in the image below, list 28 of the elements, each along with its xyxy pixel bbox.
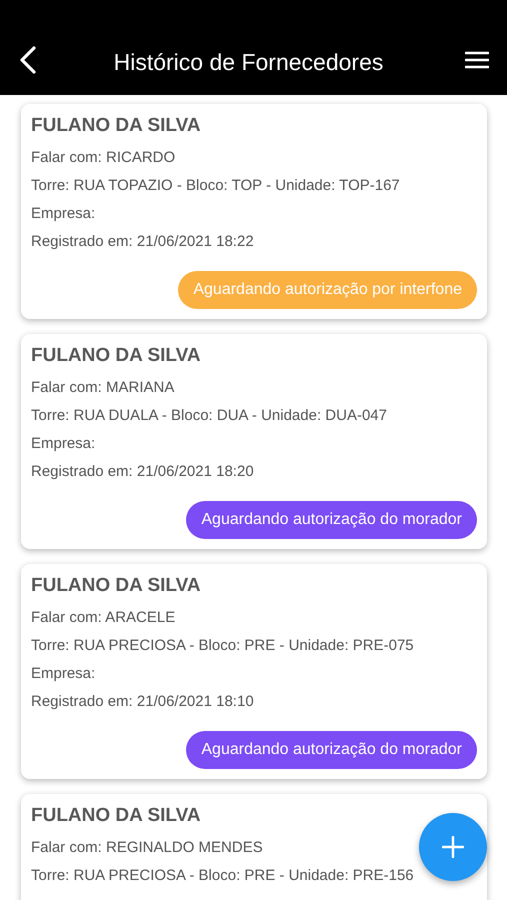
record-card[interactable]: FULANO DA SILVA Falar com: REGINALDO MENDES Torre: RUA PRECIOSA - Bloco: PRE - Unidade: PRE-156 <box>21 794 487 900</box>
plus-icon <box>442 836 464 858</box>
page-title: Histórico de Fornecedores <box>114 49 384 76</box>
record-detail: Falar com: RICARDO <box>31 148 176 168</box>
record-detail: Registrado em: 21/06/2021 18:22 <box>31 232 254 252</box>
record-detail: Registrado em: 21/06/2021 18:10 <box>31 692 254 712</box>
record-detail: Empresa: <box>31 204 96 224</box>
record-detail: Falar com: ARACELE <box>31 608 176 628</box>
record-detail: Torre: RUA PRECIOSA - Bloco: PRE - Unidade: PRE-156 <box>31 866 414 886</box>
record-detail: Torre: RUA PRECIOSA - Bloco: PRE - Unidade: PRE-075 <box>31 636 414 656</box>
supplier-name: FULANO DA SILVA <box>31 345 202 367</box>
status-badge: Aguardando autorização do morador <box>186 731 477 769</box>
record-detail: Empresa: <box>31 434 96 454</box>
record-detail: Torre: RUA DUALA - Bloco: DUA - Unidade: DUA-047 <box>31 406 387 426</box>
record-card[interactable]: FULANO DA SILVA Falar com: RICARDO Torre: RUA TOPAZIO - Bloco: TOP - Unidade: TOP-167 Empresa: Registrado em: 21/06/2021 18:22 Aguardando autorização por interfone <box>21 104 487 319</box>
status-badge: Aguardando autorização do morador <box>186 501 477 539</box>
record-detail: Falar com: MARIANA <box>31 378 174 398</box>
record-detail: Torre: RUA TOPAZIO - Bloco: TOP - Unidade: TOP-167 <box>31 176 400 196</box>
supplier-name: FULANO DA SILVA <box>31 805 202 827</box>
menu-icon[interactable] <box>465 51 489 69</box>
status-badge: Aguardando autorização por interfone <box>178 271 477 309</box>
supplier-name: FULANO DA SILVA <box>31 115 202 137</box>
record-detail: Registrado em: 21/06/2021 18:20 <box>31 462 254 482</box>
record-detail: Falar com: REGINALDO MENDES <box>31 838 263 858</box>
record-card[interactable]: FULANO DA SILVA Falar com: MARIANA Torre: RUA DUALA - Bloco: DUA - Unidade: DUA-047 Empresa: Registrado em: 21/06/2021 18:20 Aguardando autorização do morador <box>21 334 487 549</box>
supplier-name: FULANO DA SILVA <box>31 575 202 597</box>
record-detail: Empresa: <box>31 664 96 684</box>
record-card[interactable]: FULANO DA SILVA Falar com: ARACELE Torre: RUA PRECIOSA - Bloco: PRE - Unidade: PRE-075 Empresa: Registrado em: 21/06/2021 18:10 Aguardando autorização do morador <box>21 564 487 779</box>
